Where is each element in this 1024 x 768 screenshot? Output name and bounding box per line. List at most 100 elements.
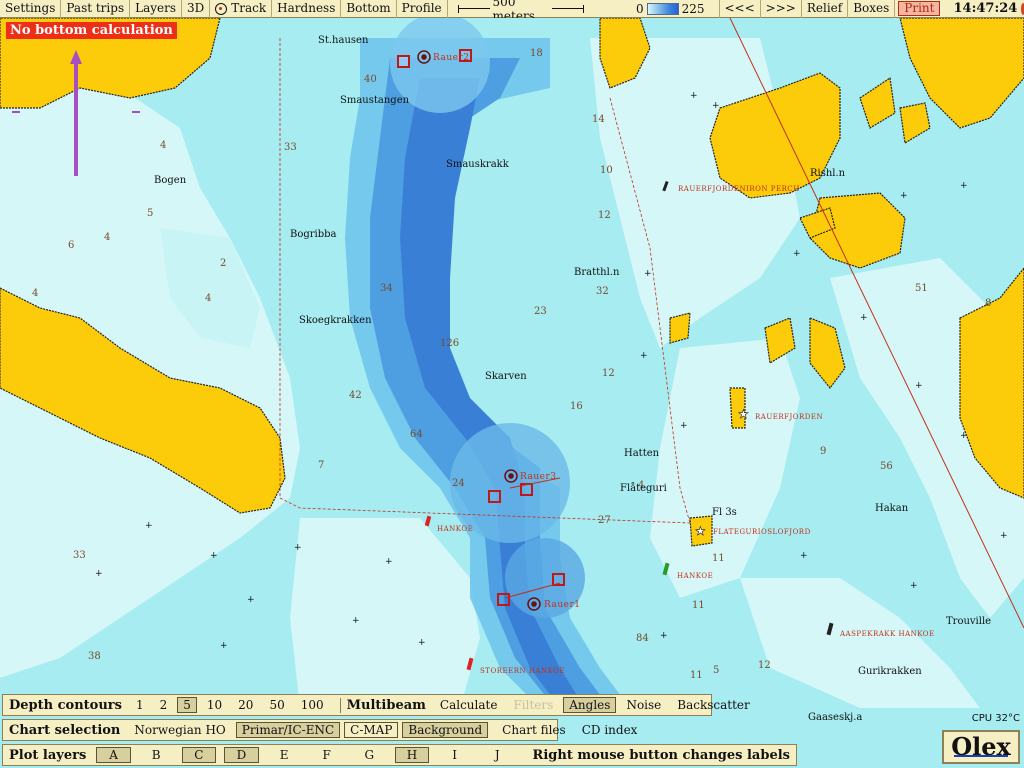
- background-button[interactable]: Background: [402, 722, 489, 738]
- svg-text:42: 42: [349, 390, 362, 401]
- svg-text:+: +: [900, 191, 908, 201]
- svg-text:HANKOE: HANKOE: [677, 572, 713, 580]
- svg-text:AASPEKRAKK HANKOE: AASPEKRAKK HANKOE: [839, 630, 935, 638]
- layers-button[interactable]: Layers: [130, 0, 183, 18]
- print-button[interactable]: Print: [898, 1, 941, 16]
- cmap-button[interactable]: C-MAP: [344, 722, 399, 738]
- hardness-button[interactable]: Hardness: [272, 0, 342, 18]
- back-button[interactable]: <<<: [718, 0, 761, 18]
- svg-text:+: +: [220, 641, 228, 651]
- depth-max: 225: [681, 1, 705, 16]
- target-icon: [215, 2, 228, 15]
- svg-text:11: 11: [690, 670, 703, 681]
- boxes-button[interactable]: Boxes: [848, 0, 896, 18]
- svg-text:+: +: [860, 313, 868, 323]
- svg-text:+: +: [95, 569, 103, 579]
- layer-g-button[interactable]: G: [352, 747, 387, 763]
- relief-button[interactable]: Relief: [802, 0, 849, 18]
- svg-text:10: 10: [600, 165, 613, 176]
- place-smauskrakk: Smauskrakk: [446, 159, 510, 170]
- primar-button[interactable]: Primar/IC-ENC: [235, 722, 341, 738]
- contour-5-button[interactable]: 5: [177, 697, 197, 713]
- place-skoegkrakken: Skoegkrakken: [299, 315, 372, 326]
- calculate-button[interactable]: Calculate: [434, 697, 504, 713]
- noise-button[interactable]: Noise: [620, 697, 667, 713]
- svg-text:+: +: [793, 249, 801, 259]
- olex-logo[interactable]: Olex: [942, 730, 1020, 764]
- angles-button[interactable]: Angles: [563, 697, 617, 713]
- layer-j-button[interactable]: J: [480, 747, 515, 763]
- layer-d-button[interactable]: D: [224, 747, 259, 763]
- labels-hint: Right mouse button changes labels: [532, 747, 790, 763]
- contour-100-button[interactable]: 100: [295, 697, 330, 713]
- plot-layers-panel: Plot layers A B C D E F G H I J Right mo…: [2, 744, 797, 766]
- track-button[interactable]: Track: [210, 0, 273, 18]
- svg-text:+: +: [1000, 531, 1008, 541]
- place-smaustangen: Smaustangen: [340, 95, 410, 106]
- place-sthausen: St.hausen: [318, 35, 369, 46]
- top-toolbar: Settings Past trips Layers 3D Track Hard…: [0, 0, 1024, 23]
- place-hatten: Hatten: [624, 448, 660, 459]
- chart-files-button[interactable]: Chart files: [496, 722, 572, 738]
- clock: 14:47:24: [953, 1, 1018, 16]
- cd-index-button[interactable]: CD index: [576, 722, 644, 738]
- layer-f-button[interactable]: F: [309, 747, 344, 763]
- layer-i-button[interactable]: I: [437, 747, 472, 763]
- no-bottom-warning: No bottom calculation: [6, 22, 177, 39]
- place-hakan: Hakan: [875, 503, 909, 514]
- depth-min: 0: [635, 1, 644, 16]
- layer-b-button[interactable]: B: [139, 747, 174, 763]
- track-label: Track: [231, 1, 267, 15]
- svg-text:64: 64: [410, 429, 423, 440]
- backscatter-button[interactable]: Backscatter: [671, 697, 755, 713]
- svg-text:+: +: [910, 581, 918, 591]
- layer-a-button[interactable]: A: [96, 747, 131, 763]
- svg-text:+: +: [680, 421, 688, 431]
- layer-h-button[interactable]: H: [394, 747, 430, 763]
- svg-text:12: 12: [758, 660, 771, 671]
- contour-50-button[interactable]: 50: [263, 697, 290, 713]
- svg-text:+: +: [352, 616, 360, 626]
- svg-text:56: 56: [880, 461, 893, 472]
- svg-text:+: +: [660, 631, 668, 641]
- svg-text:+: +: [915, 381, 923, 391]
- svg-text:11: 11: [692, 600, 705, 611]
- place-bratthln: Bratthl.n: [574, 267, 620, 278]
- place-bogen: Bogen: [154, 175, 187, 186]
- svg-text:+: +: [385, 557, 393, 567]
- mark-label-rauer3: Rauer3: [520, 472, 557, 482]
- past-trips-button[interactable]: Past trips: [61, 0, 131, 18]
- place-trouville: Trouville: [946, 616, 991, 627]
- chart-map[interactable]: 45 64 4 33 24 42 7 34 23 14 10 12 32 12 16 27 4…: [0, 18, 1024, 768]
- filters-button[interactable]: Filters: [507, 697, 559, 713]
- svg-text:+: +: [960, 431, 968, 441]
- contour-20-button[interactable]: 20: [232, 697, 259, 713]
- 3d-button[interactable]: 3D: [182, 0, 211, 18]
- svg-text:12: 12: [598, 210, 611, 221]
- place-bogribba: Bogribba: [290, 229, 337, 240]
- svg-text:33: 33: [284, 142, 297, 153]
- forward-button[interactable]: >>>: [761, 0, 802, 18]
- contour-10-button[interactable]: 10: [201, 697, 228, 713]
- depth-contours-panel: Depth contours 1 2 5 10 20 50 100 Multib…: [2, 694, 750, 716]
- contour-2-button[interactable]: 2: [154, 697, 174, 713]
- svg-text:8: 8: [985, 298, 991, 309]
- profile-button[interactable]: Profile: [397, 0, 448, 18]
- contour-1-button[interactable]: 1: [130, 697, 150, 713]
- layer-e-button[interactable]: E: [267, 747, 302, 763]
- place-flateguri: Flåteguri: [620, 482, 667, 494]
- place-skarven: Skarven: [485, 371, 527, 382]
- svg-text:5: 5: [713, 665, 719, 676]
- layer-c-button[interactable]: C: [181, 747, 217, 763]
- svg-text:34: 34: [380, 283, 393, 294]
- chart-svg: 45 64 433 24 427 3423 1410 1232 1216 274…: [0, 18, 1024, 768]
- svg-text:32: 32: [596, 286, 609, 297]
- mark-label-rauer2: Rauer2: [433, 53, 470, 63]
- norwegian-ho-button[interactable]: Norwegian HO: [128, 722, 231, 738]
- svg-text:4: 4: [160, 140, 166, 151]
- svg-text:RAUERFJORDEN: RAUERFJORDEN: [755, 413, 823, 421]
- svg-text:14: 14: [592, 114, 605, 125]
- bottom-button[interactable]: Bottom: [341, 0, 397, 18]
- settings-button[interactable]: Settings: [0, 0, 62, 18]
- svg-text:7: 7: [318, 460, 324, 471]
